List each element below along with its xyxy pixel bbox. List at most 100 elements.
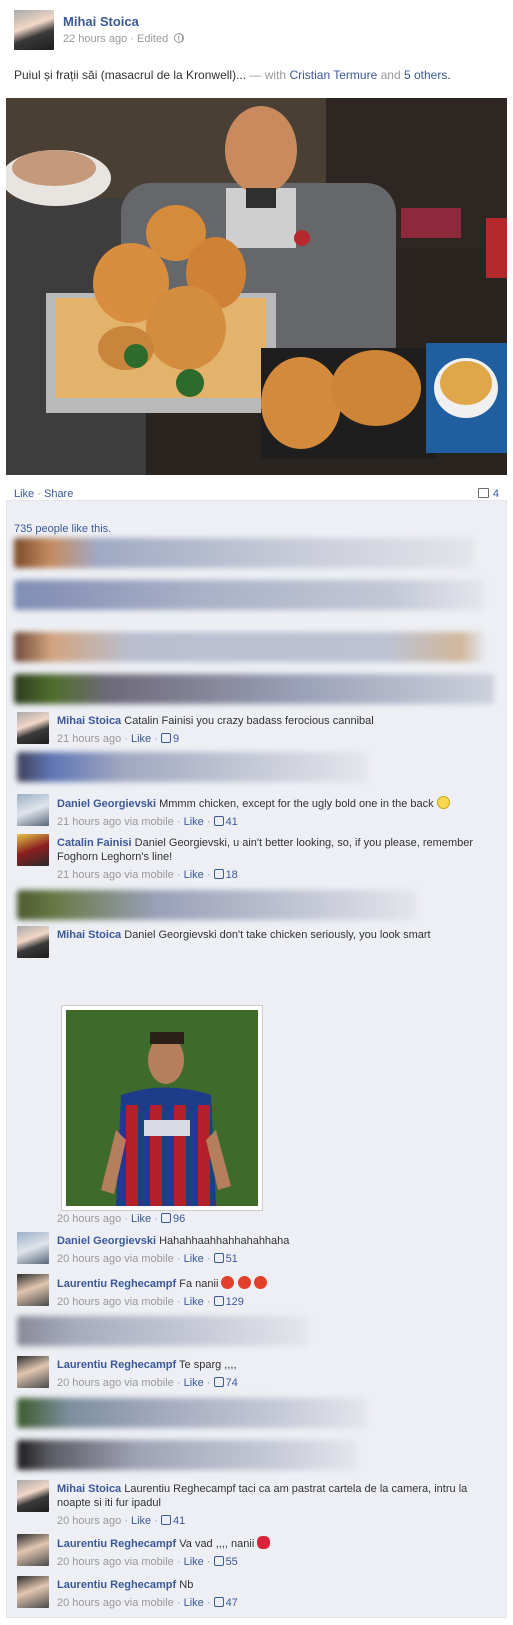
author-avatar[interactable] <box>14 10 54 50</box>
comment: Mihai Stoica Daniel Georgievski don't ta… <box>17 926 497 958</box>
with-dash: — <box>249 68 262 82</box>
comment-like-count[interactable]: 129 <box>213 1296 244 1308</box>
thumbs-up-icon <box>160 1515 171 1525</box>
status-message: Puiul și frații săi (masacrul de la Kron… <box>14 68 247 82</box>
comment: Mihai Stoica Laurentiu Reghecampf taci c… <box>17 1480 497 1528</box>
thumbs-up-icon <box>213 1556 224 1566</box>
comment-text: Fa nanii <box>179 1278 219 1290</box>
commenter-avatar[interactable] <box>17 1232 49 1264</box>
commenter-avatar[interactable] <box>17 1356 49 1388</box>
comment-meta: 20 hours ago via mobile · Like · 47 <box>57 1597 238 1609</box>
comment-like-count[interactable]: 41 <box>160 1515 185 1527</box>
comment-meta: 20 hours ago via mobile · Like · 55 <box>57 1556 238 1568</box>
comment-body: Laurentiu Reghecampf Fa nanii 20 hours a… <box>57 1276 487 1309</box>
redacted-comment <box>14 674 494 704</box>
comment-meta: 21 hours ago via mobile · Like · 18 <box>57 869 238 881</box>
comment-like-count[interactable]: 18 <box>213 869 238 881</box>
comment-meta: 20 hours ago via mobile · Like · 51 <box>57 1253 238 1265</box>
comment-like-count[interactable]: 47 <box>213 1597 238 1609</box>
thumbs-up-icon <box>213 869 224 879</box>
commenter-avatar[interactable] <box>17 712 49 744</box>
redacted-comment <box>17 1398 367 1428</box>
post-meta: 22 hours ago · Edited <box>63 33 185 45</box>
comment: Laurentiu Reghecampf Fa nanii 20 hours a… <box>17 1274 497 1308</box>
comment: Laurentiu Reghecampf Nb 20 hours ago via… <box>17 1576 497 1610</box>
thumbs-up-icon <box>160 733 171 743</box>
comment-photo[interactable] <box>61 1005 263 1211</box>
comment-count[interactable]: 4 <box>477 488 499 500</box>
redacted-comment <box>14 580 484 610</box>
post-actions: Like · Share <box>14 488 74 500</box>
commenter-name[interactable]: Mihai Stoica <box>57 715 121 727</box>
comment-meta: 21 hours ago via mobile · Like · 41 <box>57 816 238 828</box>
redacted-comment <box>17 752 367 782</box>
commenter-avatar[interactable] <box>17 926 49 958</box>
comment-text: Hahahhaahhahhahahhaha <box>159 1235 290 1247</box>
comment-text: Mmmm chicken, except for the ugly bold o… <box>159 798 434 810</box>
comment-text: Nb <box>179 1579 194 1591</box>
commenter-avatar[interactable] <box>17 1274 49 1306</box>
likes-sentence[interactable]: 735 people like this. <box>14 523 111 535</box>
commenter-name[interactable]: Mihai Stoica <box>57 929 121 941</box>
redacted-comment <box>14 632 484 662</box>
comment-like-count[interactable]: 41 <box>213 816 238 828</box>
comment-like-count[interactable]: 96 <box>160 1213 185 1225</box>
post-time[interactable]: 22 hours ago <box>63 33 127 45</box>
thumbs-up-icon <box>160 1213 171 1223</box>
comment-body: Laurentiu Reghecampf Nb 20 hours ago via… <box>57 1578 487 1610</box>
tagged-others[interactable]: 5 others <box>404 68 447 82</box>
comment-photo-image <box>66 1010 258 1206</box>
comment-meta-row: 20 hours ago · Like · 96 <box>57 1213 186 1225</box>
status-text: Puiul și frații săi (masacrul de la Kron… <box>14 68 451 82</box>
comment-icon <box>477 488 489 498</box>
comment: Mihai Stoica Catalin Fainisi you crazy b… <box>17 712 497 746</box>
comment-text: Va vad ,,,, nanii <box>179 1538 255 1550</box>
commenter-name[interactable]: Laurentiu Reghecampf <box>57 1579 176 1591</box>
commenter-name[interactable]: Laurentiu Reghecampf <box>57 1538 176 1550</box>
post-photo[interactable] <box>6 98 507 475</box>
commenter-avatar[interactable] <box>17 1576 49 1608</box>
angry-emoticon-icon <box>253 1276 267 1289</box>
commenter-name[interactable]: Daniel Georgievski <box>57 1235 156 1247</box>
commenter-name[interactable]: Laurentiu Reghecampf <box>57 1278 176 1290</box>
commenter-name[interactable]: Laurentiu Reghecampf <box>57 1359 176 1371</box>
comment-like-link[interactable]: Like <box>131 733 151 745</box>
edited-label[interactable]: Edited <box>137 33 168 45</box>
commenter-name[interactable]: Mihai Stoica <box>57 1483 121 1495</box>
comment-body: Laurentiu Reghecampf Va vad ,,,, nanii 2… <box>57 1536 487 1569</box>
like-link[interactable]: Like <box>14 488 34 500</box>
commenter-avatar[interactable] <box>17 834 49 866</box>
commenter-avatar[interactable] <box>17 1534 49 1566</box>
smile-emoticon-icon <box>436 796 450 809</box>
commenter-name[interactable]: Catalin Fainisi <box>57 837 132 849</box>
comment-meta: 20 hours ago via mobile · Like · 74 <box>57 1377 238 1389</box>
commenter-avatar[interactable] <box>17 794 49 826</box>
comment-text: Daniel Georgievski don't take chicken se… <box>124 929 431 941</box>
thumbs-up-icon <box>213 1296 224 1306</box>
commenter-avatar[interactable] <box>17 1480 49 1512</box>
comment-body: Mihai Stoica Laurentiu Reghecampf taci c… <box>57 1482 487 1528</box>
comment: Laurentiu Reghecampf Te sparg ,,,, 20 ho… <box>17 1356 497 1390</box>
commenter-name[interactable]: Daniel Georgievski <box>57 798 156 810</box>
comment-like-count[interactable]: 55 <box>213 1556 238 1568</box>
comment: Catalin Fainisi Daniel Georgievski, u ai… <box>17 834 497 882</box>
thumbs-up-icon <box>213 816 224 826</box>
comment: Daniel Georgievski Mmmm chicken, except … <box>17 794 497 828</box>
redacted-comment <box>17 890 417 920</box>
comment-body: Mihai Stoica Catalin Fainisi you crazy b… <box>57 714 487 746</box>
share-link[interactable]: Share <box>44 488 73 500</box>
angry-emoticon-icon <box>237 1276 251 1289</box>
comment-meta: 20 hours ago via mobile · Like · 129 <box>57 1296 244 1308</box>
redacted-comment <box>17 1316 307 1346</box>
comment-like-count[interactable]: 9 <box>160 733 179 745</box>
comment-like-count[interactable]: 74 <box>213 1377 238 1389</box>
comment-like-count[interactable]: 51 <box>213 1253 238 1265</box>
comment-body: Laurentiu Reghecampf Te sparg ,,,, 20 ho… <box>57 1358 487 1390</box>
redacted-comment <box>14 538 474 568</box>
comment-body: Catalin Fainisi Daniel Georgievski, u ai… <box>57 836 487 882</box>
comment-meta: 20 hours ago · Like · 41 <box>57 1515 186 1527</box>
comment-body: Daniel Georgievski Mmmm chicken, except … <box>57 796 487 829</box>
globe-icon[interactable] <box>174 33 185 43</box>
author-name[interactable]: Mihai Stoica <box>63 14 139 29</box>
tagged-friend[interactable]: Cristian Termure <box>289 68 377 82</box>
